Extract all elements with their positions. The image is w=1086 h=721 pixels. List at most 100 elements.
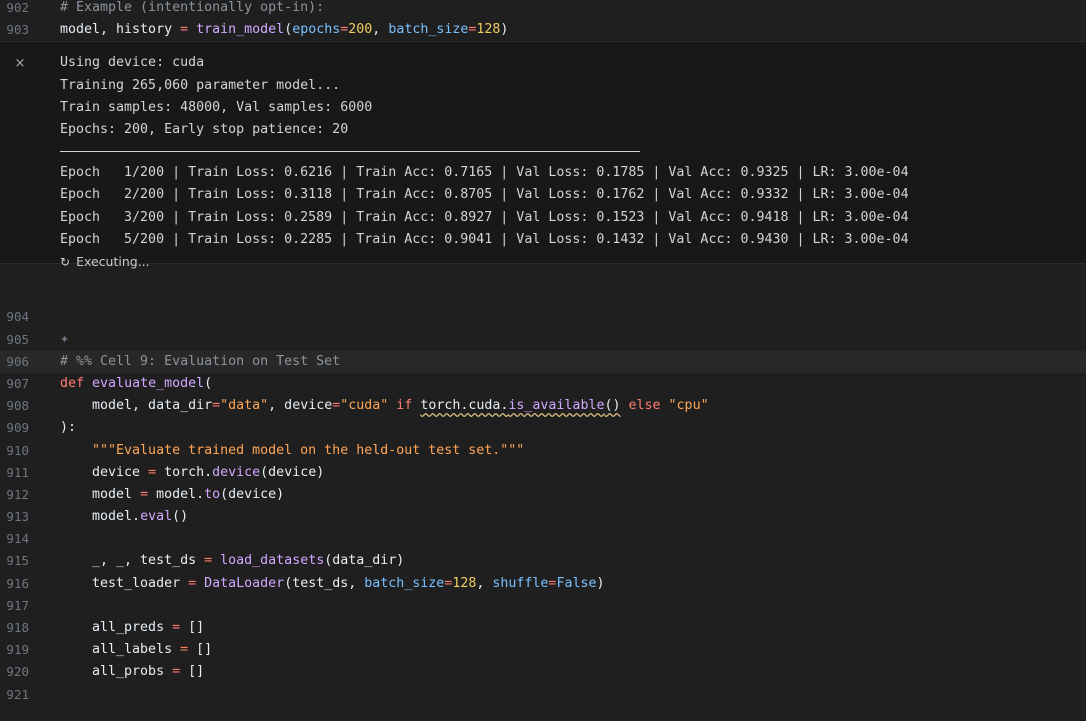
line-number: 902 (6, 0, 29, 15)
line-code[interactable]: """Evaluate trained model on the held-ou… (60, 440, 524, 462)
code-token: test_loader (60, 575, 189, 591)
code-token: () (172, 509, 189, 525)
line-number: 903 (6, 22, 29, 38)
code-token: ( (284, 22, 293, 38)
line-number: 919 (6, 642, 29, 658)
line-code[interactable]: all_preds = [] (60, 617, 204, 639)
epoch-line: Epoch 5/200 | Train Loss: 0.2285 | Train… (60, 231, 909, 247)
code-token: = (180, 642, 189, 658)
line-code[interactable]: # Example (intentionally opt-in): (60, 0, 324, 19)
executing-status: ↻ Executing... (60, 251, 1086, 273)
line-code[interactable]: model.eval() (60, 506, 188, 528)
line-number: 904 (6, 309, 29, 325)
code-line[interactable]: 921 (0, 684, 1086, 706)
line-code[interactable]: device = torch.device(device) (60, 462, 324, 484)
code-token: model, data_dir (60, 398, 213, 414)
code-token: [] (180, 620, 205, 635)
line-number: 906 (6, 353, 29, 369)
line-number: 905 (6, 331, 29, 347)
code-token: "cpu" (668, 398, 709, 414)
code-line[interactable]: 911 device = torch.device(device) (0, 462, 1086, 484)
cell-output: × Using device: cuda Training 265,060 par… (0, 41, 1086, 269)
code-line[interactable]: 910 """Evaluate trained model on the hel… (0, 440, 1086, 462)
code-cell-top[interactable]: 902 # Example (intentionally opt-in): 903 m… (0, 0, 1086, 42)
line-code[interactable]: test_loader = DataLoader(test_ds, batch_… (60, 573, 604, 595)
code-token: DataLoader (204, 575, 285, 591)
code-token: epochs (292, 22, 341, 38)
line-code[interactable]: ): (60, 417, 76, 439)
code-line[interactable]: 915 _, _, test_ds = load_datasets(data_d… (0, 550, 1086, 572)
code-token: batch_size (364, 575, 445, 591)
code-token: all_preds (60, 620, 173, 635)
code-token: 128 (452, 575, 477, 591)
line-code[interactable]: _, _, test_ds = load_datasets(data_dir) (60, 550, 404, 572)
code-line[interactable]: 920 all_probs = [] (0, 661, 1086, 683)
code-token: # %% Cell 9: Evaluation on Test Set (60, 353, 341, 369)
code-line[interactable]: 918 all_preds = [] (0, 617, 1086, 639)
output-line: Epochs: 200, Early stop patience: 20 (60, 121, 349, 137)
line-number: 909 (6, 420, 29, 436)
code-token: model (60, 486, 141, 502)
code-token: "data" (220, 398, 269, 414)
executing-label: Executing... (76, 253, 150, 269)
code-line[interactable]: 909): (0, 417, 1086, 439)
line-number: 921 (6, 686, 29, 702)
line-code[interactable]: model, history = train_model(epochs=200,… (60, 19, 508, 41)
code-line[interactable]: 919 all_labels = [] (0, 639, 1086, 661)
line-number: 917 (6, 597, 29, 613)
output-separator (60, 151, 640, 153)
code-line[interactable]: 917 (0, 595, 1086, 617)
line-number: 915 (6, 553, 29, 569)
epoch-line: Epoch 3/200 | Train Loss: 0.2589 | Train… (60, 209, 909, 225)
code-line[interactable]: 912 model = model.to(device) (0, 484, 1086, 506)
code-token: load_datasets (220, 553, 325, 569)
code-line[interactable]: 906 # %% Cell 9: Evaluation on Test Set (0, 350, 1086, 373)
code-token: = (148, 464, 157, 480)
code-token: (device) (260, 464, 325, 480)
line-code[interactable]: def evaluate_model( (60, 373, 212, 395)
line-code[interactable]: all_labels = [] (60, 639, 212, 661)
line-code[interactable]: ✦ (60, 329, 69, 351)
code-token: () (604, 398, 621, 414)
code-token: torch.cuda. (420, 398, 509, 414)
code-token: evaluate_model (92, 375, 205, 391)
line-code[interactable]: all_probs = [] (60, 661, 204, 683)
code-token: = (204, 553, 213, 569)
line-number: 913 (6, 509, 29, 525)
code-line[interactable]: 905 ✦ (0, 329, 1086, 351)
code-token: """Evaluate trained model on the held-ou… (60, 442, 525, 458)
close-output-icon[interactable]: × (12, 56, 28, 72)
code-line[interactable]: 913 model.eval() (0, 506, 1086, 528)
code-token: ): (60, 420, 77, 436)
line-code[interactable]: model, data_dir="data", device="cuda" if… (60, 395, 709, 417)
code-token: all_probs (60, 664, 173, 680)
code-cell-bottom[interactable]: 904 905 ✦ 906 # %% Cell 9: Evaluation on Tes… (0, 306, 1086, 706)
line-number: 908 (6, 398, 29, 414)
code-token: = (180, 22, 189, 38)
code-line[interactable]: 904 (0, 306, 1086, 328)
code-token: model. (148, 486, 205, 502)
code-token: [] (188, 642, 213, 658)
code-token: 128 (476, 22, 501, 38)
code-token: (device) (220, 486, 285, 502)
code-line[interactable]: 903 model, history = train_model(epochs=2… (0, 19, 1086, 41)
code-line[interactable]: 914 (0, 528, 1086, 550)
code-token: train_model (196, 22, 285, 38)
code-token: (data_dir) (324, 553, 405, 569)
code-line[interactable]: 902 # Example (intentionally opt-in): (0, 0, 1086, 19)
code-token: model, history (60, 22, 181, 38)
code-token: batch_size (388, 22, 469, 38)
line-number: 912 (6, 486, 29, 502)
code-line[interactable]: 907 def evaluate_model( (0, 373, 1086, 395)
code-token: False (556, 575, 597, 591)
line-code[interactable]: # %% Cell 9: Evaluation on Test Set (60, 351, 340, 373)
code-line[interactable]: 916 test_loader = DataLoader(test_ds, ba… (0, 573, 1086, 595)
code-token: = (172, 664, 181, 680)
line-code[interactable]: model = model.to(device) (60, 484, 284, 506)
code-line[interactable]: 908 model, data_dir="data", device="cuda… (0, 395, 1086, 417)
